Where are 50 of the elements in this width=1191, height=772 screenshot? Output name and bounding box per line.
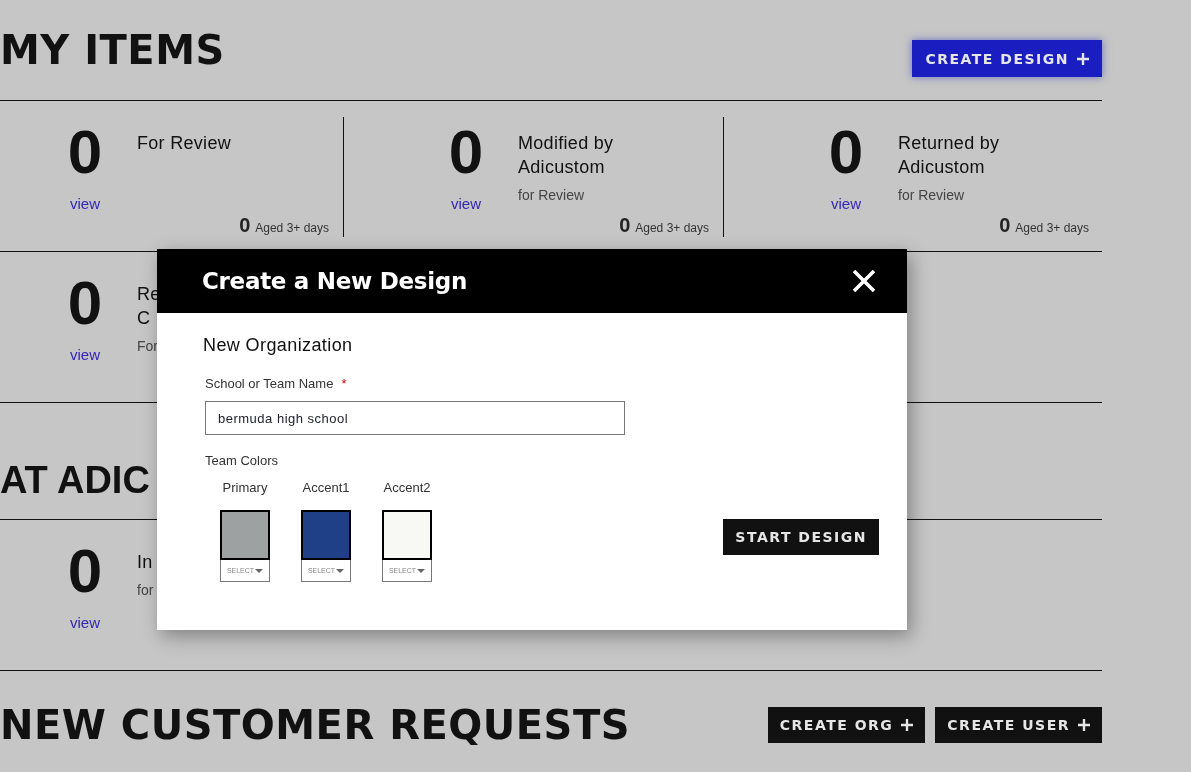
stat-title: Modified by Adicustom [518, 132, 614, 179]
color-label: Accent1 [302, 480, 350, 495]
plus-icon [1077, 52, 1089, 65]
section-heading: MY ITEMS [0, 27, 225, 73]
stat-subtitle: for [137, 582, 154, 598]
caret-icon [417, 568, 426, 573]
view-link[interactable]: view [70, 346, 100, 363]
create-design-button[interactable]: CREATE DESIGN [912, 40, 1102, 77]
create-user-button[interactable]: CREATE USER [935, 707, 1102, 743]
stat-count: 0 [448, 117, 484, 187]
stat-subtitle: For [137, 338, 159, 354]
stat-count: 0 [67, 536, 103, 606]
caret-icon [336, 568, 345, 573]
close-icon[interactable] [852, 269, 876, 293]
aged-count: 0 [239, 214, 251, 237]
color-label: Primary [222, 480, 268, 495]
stat-subtitle: for Review [518, 187, 586, 203]
stat-subtitle: for Review [898, 187, 966, 203]
start-design-button[interactable]: START DESIGN [723, 519, 879, 555]
caret-icon [255, 568, 264, 573]
aged-count: 0 [619, 214, 631, 237]
name-input-field[interactable]: bermuda high school [205, 401, 625, 435]
stat-title: Returned by Adicustom [898, 132, 1000, 179]
stat-title: In [137, 551, 154, 574]
aged-label: Aged 3+ days [635, 221, 709, 235]
field-label: School or Team Name [205, 376, 334, 391]
color-swatch[interactable] [220, 510, 270, 560]
aged-label: Aged 3+ days [1015, 221, 1089, 235]
aged-label: Aged 3+ days [255, 221, 329, 235]
stat-count: 0 [828, 117, 864, 187]
required-mark: * [341, 376, 347, 391]
aged-count: 0 [999, 214, 1011, 237]
view-link[interactable]: view [70, 195, 100, 212]
stat-count: 0 [67, 117, 103, 187]
section-title: New Organization [203, 335, 354, 356]
plus-icon [901, 719, 914, 731]
view-link[interactable]: view [831, 195, 861, 212]
team-colors-label: Team Colors [204, 453, 279, 468]
view-link[interactable]: view [451, 195, 481, 212]
section-heading: NEW CUSTOMER REQUESTS [0, 702, 630, 748]
plus-icon [1078, 719, 1090, 731]
stat-title: For Review [137, 132, 232, 155]
color-swatch[interactable] [382, 510, 432, 560]
create-org-button[interactable]: CREATE ORG [767, 707, 926, 743]
dialog-title: Create a New Design [202, 268, 467, 294]
section-heading: AT ADIC [0, 457, 150, 502]
color-swatch[interactable] [301, 510, 351, 560]
color-label: Accent2 [383, 480, 431, 495]
view-link[interactable]: view [70, 614, 100, 631]
stat-count: 0 [67, 268, 103, 338]
